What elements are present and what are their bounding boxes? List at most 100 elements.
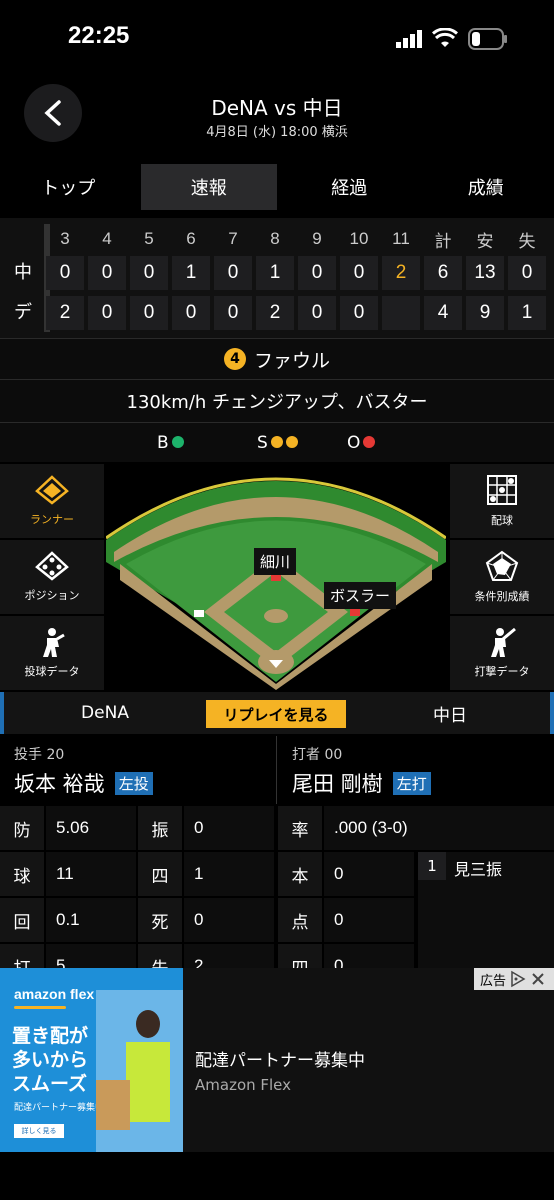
- inning-header: 計: [434, 231, 452, 251]
- pitcher-hand-tag: 左投: [114, 771, 153, 795]
- home-team-label: DeNA: [81, 703, 129, 723]
- score-cell: 0: [88, 256, 126, 290]
- ad-headline-2: 多いから: [12, 1049, 89, 1071]
- count-row: B S O: [0, 422, 554, 463]
- out-label: O: [347, 433, 361, 453]
- batter-stat-label: 四: [278, 944, 322, 968]
- status-time: 22:25: [68, 22, 130, 49]
- home-accent: [0, 692, 4, 734]
- conditional-stats-button[interactable]: 条件別成績: [450, 540, 554, 614]
- ad-headline: 置き配が 多いから スムーズ: [12, 1024, 88, 1096]
- strike-dot: [285, 436, 298, 448]
- batter-stat-label: 率: [278, 806, 322, 850]
- baseball-field: [106, 477, 446, 690]
- players-section: 投手 20 坂本 裕哉 左投 打者 00 尾田 剛樹 左打 1 見三振 防 5.0…: [0, 736, 554, 968]
- inning-header: 9: [312, 229, 322, 248]
- runner-first-label: ボスラー: [324, 582, 397, 609]
- ad-cta-button[interactable]: 詳しく見る: [14, 1124, 64, 1138]
- inning-header: 5: [144, 229, 154, 248]
- team-label-home: デ: [14, 302, 32, 322]
- ball-label: B: [157, 433, 169, 453]
- tab-top[interactable]: トップ: [0, 160, 137, 214]
- pitch-location-label: 配球: [491, 514, 513, 527]
- ad-title: 配達パートナー募集中: [195, 1051, 365, 1071]
- score-cell: 0: [340, 296, 378, 330]
- score-cell: 1: [508, 296, 546, 330]
- ad-badge[interactable]: 広告: [474, 968, 554, 990]
- batting-data-button[interactable]: 打撃データ: [450, 616, 554, 690]
- pitcher-stat-label: 振: [138, 806, 182, 850]
- ad-banner[interactable]: amazon flex 置き配が 多いから スムーズ 配達パートナー募集中 詳し…: [0, 968, 554, 1152]
- score-cell: [382, 296, 420, 330]
- game-title: DeNA vs 中日: [211, 96, 343, 120]
- batter-stat-value: 0: [324, 944, 414, 968]
- adchoices-icon[interactable]: [509, 970, 527, 988]
- pitching-data-label: 投球データ: [24, 665, 80, 678]
- inning-header: 10: [349, 229, 369, 248]
- pitcher-stat-label: 打: [0, 944, 44, 968]
- close-icon[interactable]: [530, 971, 546, 987]
- batter-stat-label: 点: [278, 898, 322, 942]
- ad-person-vest: [126, 1042, 170, 1122]
- score-cell: 0: [298, 256, 336, 290]
- inning-header: 7: [228, 229, 238, 248]
- ad-person-photo: [96, 990, 183, 1152]
- score-cell: 0: [508, 256, 546, 290]
- away-accent: [550, 692, 554, 734]
- runner-button[interactable]: ランナー: [0, 464, 104, 538]
- inning-header: 4: [102, 229, 112, 248]
- pitching-data-button[interactable]: 投球データ: [0, 616, 104, 690]
- score-cell: 4: [424, 296, 462, 330]
- score-cell: 0: [88, 296, 126, 330]
- strike-dot: [270, 436, 283, 448]
- pitch-location-button[interactable]: 配球: [450, 464, 554, 538]
- score-cell: 2: [256, 296, 294, 330]
- score-cell: 0: [340, 256, 378, 290]
- pitcher-stat-value: 11: [46, 852, 136, 896]
- pitcher-stat-value: 1: [184, 852, 274, 896]
- inning-header: 11: [392, 229, 410, 248]
- score-cell: 0: [298, 296, 336, 330]
- replay-button[interactable]: リプレイを見る: [206, 700, 346, 728]
- score-cell: 0: [214, 256, 252, 290]
- pitcher-stat-label: 防: [0, 806, 44, 850]
- tab-progress[interactable]: 経過: [281, 160, 418, 214]
- at-bat-result: 見三振: [454, 860, 503, 879]
- amazon-smile-icon: [14, 1006, 66, 1009]
- pitcher-name[interactable]: 坂本 裕哉: [14, 768, 105, 798]
- strike-label: S: [257, 433, 268, 453]
- team-label-away: 中: [14, 262, 32, 282]
- pitch-count-badge: 4: [223, 348, 246, 370]
- score-cell: 1: [172, 256, 210, 290]
- pitcher-name-row: 坂本 裕哉 左投: [14, 768, 153, 798]
- battery-icon: [468, 28, 508, 54]
- player-divider: [276, 736, 277, 804]
- scoreboard: 中 デ 3 4 5 6 7 8 9 10 11 計安失 0 0 0 1 0 1 0 0 2 6 13 0 2 0 0 0 0 2 0 0 4…: [0, 218, 554, 338]
- position-button[interactable]: ポジション: [0, 540, 104, 614]
- ad-brand: amazon flex: [14, 986, 95, 1002]
- runner-second-label: 細川: [254, 548, 297, 575]
- tab-live[interactable]: 速報: [140, 164, 277, 210]
- score-cell: 0: [172, 296, 210, 330]
- position-icon: [35, 551, 69, 581]
- batter-stat-value: 0: [324, 898, 414, 942]
- score-cell: 0: [214, 296, 252, 330]
- ad-image[interactable]: amazon flex 置き配が 多いから スムーズ 配達パートナー募集中 詳し…: [0, 968, 183, 1152]
- pitcher-stat-label: 失: [138, 944, 182, 968]
- at-bat-history: 1 見三振: [418, 852, 554, 968]
- inning-header: 失: [518, 231, 536, 251]
- batter-hand-tag: 左打: [392, 771, 431, 795]
- inning-header: 6: [186, 229, 196, 248]
- pitcher-stat-label: 球: [0, 852, 44, 896]
- score-cell: 0: [130, 256, 168, 290]
- inning-header: 8: [270, 229, 280, 248]
- batter-name[interactable]: 尾田 剛樹: [292, 768, 383, 798]
- out-dot: [363, 436, 376, 448]
- out-count: O: [347, 433, 397, 453]
- batter-stat-value: 0: [324, 852, 414, 896]
- strike-count: S: [257, 433, 347, 453]
- score-cell: 0: [130, 296, 168, 330]
- tab-stats[interactable]: 成績: [418, 160, 554, 214]
- pitcher-stat-label: 回: [0, 898, 44, 942]
- bottom-safe-area: [0, 1152, 554, 1200]
